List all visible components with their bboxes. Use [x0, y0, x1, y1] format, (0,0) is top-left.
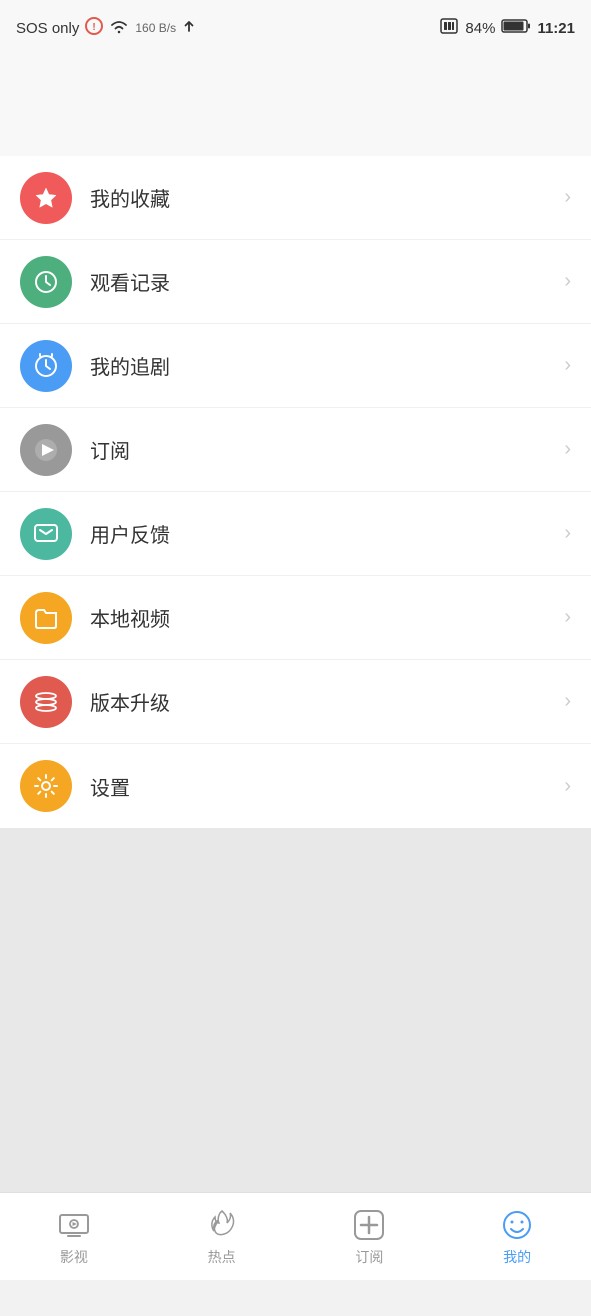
history-chevron: ›	[564, 270, 571, 293]
history-label: 观看记录	[90, 267, 564, 296]
followdrama-label: 我的追剧	[90, 351, 564, 380]
feedback-label: 用户反馈	[90, 519, 564, 548]
status-bar: SOS only ! 160 B/s	[0, 0, 591, 56]
fire-icon	[204, 1207, 240, 1243]
menu-item-followdrama[interactable]: 我的追剧 ›	[0, 324, 591, 408]
menu-item-localvideo[interactable]: 本地视频 ›	[0, 576, 591, 660]
menu-item-settings[interactable]: 设置 ›	[0, 744, 591, 828]
gray-area	[0, 828, 591, 1228]
settings-label: 设置	[90, 772, 564, 801]
hot-tab-label: 热点	[208, 1247, 236, 1267]
battery-percent: 84%	[465, 20, 495, 37]
feedback-chevron: ›	[564, 522, 571, 545]
plus-circle-icon	[351, 1207, 387, 1243]
sos-text: SOS only	[16, 20, 79, 37]
battery-icon	[501, 18, 531, 38]
tab-item-movies[interactable]: 影视	[0, 1207, 148, 1267]
settings-icon-wrap	[20, 760, 72, 812]
localvideo-label: 本地视频	[90, 603, 564, 632]
main-content: SOS only ! 160 B/s	[0, 0, 591, 1316]
sim-icon	[439, 18, 459, 38]
history-icon-wrap	[20, 256, 72, 308]
localvideo-icon-wrap	[20, 592, 72, 644]
mine-tab-label: 我的	[503, 1247, 531, 1267]
wifi-icon	[109, 18, 129, 38]
tv-icon	[56, 1207, 92, 1243]
menu-item-history[interactable]: 观看记录 ›	[0, 240, 591, 324]
tab-item-subscribe[interactable]: 订阅	[296, 1207, 444, 1267]
tab-bar: 影视 热点 订阅 我的	[0, 1192, 591, 1280]
tab-item-mine[interactable]: 我的	[443, 1207, 591, 1267]
speed-text: 160 B/s	[135, 21, 176, 35]
favorites-chevron: ›	[564, 186, 571, 209]
menu-item-favorites[interactable]: 我的收藏 ›	[0, 156, 591, 240]
menu-list: 我的收藏 › 观看记录 › 我的追剧	[0, 156, 591, 828]
subscribe-label: 订阅	[90, 435, 564, 464]
menu-item-update[interactable]: 版本升级 ›	[0, 660, 591, 744]
signal-icon: !	[85, 17, 103, 39]
status-right: 84% 11:21	[439, 18, 575, 38]
smiley-icon	[499, 1207, 535, 1243]
subscribe-chevron: ›	[564, 438, 571, 461]
menu-item-feedback[interactable]: 用户反馈 ›	[0, 492, 591, 576]
profile-section	[0, 56, 591, 156]
followdrama-icon-wrap	[20, 340, 72, 392]
upload-icon	[182, 19, 196, 37]
update-icon-wrap	[20, 676, 72, 728]
status-left: SOS only ! 160 B/s	[16, 17, 196, 39]
favorites-label: 我的收藏	[90, 183, 564, 212]
feedback-icon-wrap	[20, 508, 72, 560]
subscribe-icon-wrap	[20, 424, 72, 476]
time-text: 11:21	[537, 20, 575, 37]
update-chevron: ›	[564, 690, 571, 713]
svg-text:!: !	[93, 22, 96, 33]
update-label: 版本升级	[90, 687, 564, 716]
movies-tab-label: 影视	[60, 1247, 88, 1267]
tab-item-hot[interactable]: 热点	[148, 1207, 296, 1267]
localvideo-chevron: ›	[564, 606, 571, 629]
subscribe-tab-label: 订阅	[355, 1247, 383, 1267]
settings-chevron: ›	[564, 775, 571, 798]
menu-item-subscribe[interactable]: 订阅 ›	[0, 408, 591, 492]
favorites-icon-wrap	[20, 172, 72, 224]
followdrama-chevron: ›	[564, 354, 571, 377]
